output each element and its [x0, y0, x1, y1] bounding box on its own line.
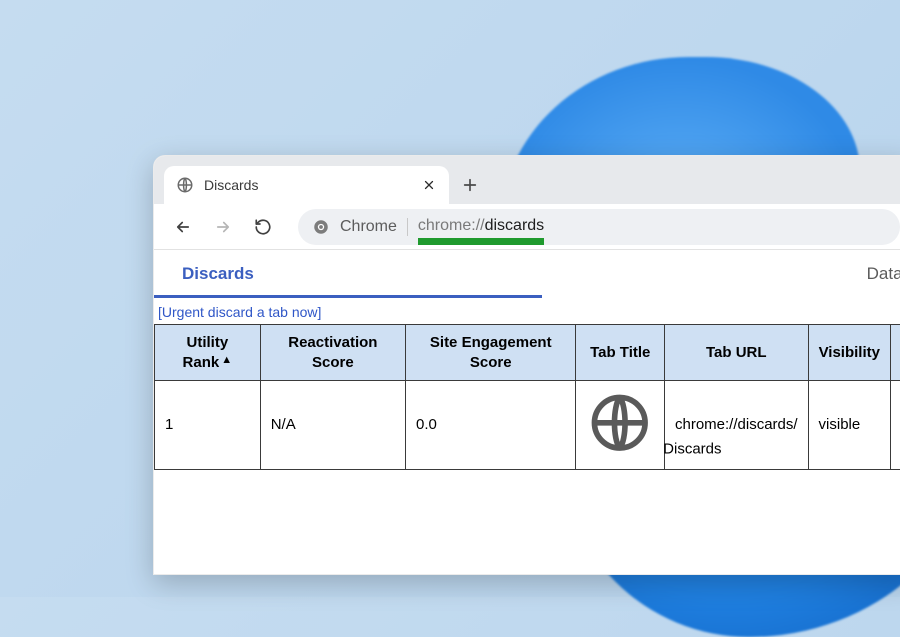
- browser-window: Discards Ch: [153, 155, 900, 575]
- tab-title: Discards: [204, 177, 411, 193]
- col-extra[interactable]: [891, 325, 900, 381]
- highlight-underline: [418, 238, 544, 245]
- reload-button[interactable]: [246, 210, 280, 244]
- browser-tab[interactable]: Discards: [164, 166, 449, 204]
- back-button[interactable]: [166, 210, 200, 244]
- urgent-discard-link[interactable]: [Urgent discard a tab now]: [158, 304, 321, 320]
- cell-extra: [891, 381, 900, 470]
- page-content: Discards Datab [Urgent discard a tab now…: [154, 250, 900, 470]
- cell-visibility: visible: [808, 381, 890, 470]
- address-url: chrome://discards: [418, 217, 544, 237]
- col-utility-rank[interactable]: Utility Rank▲: [155, 325, 261, 381]
- forward-button[interactable]: [206, 210, 240, 244]
- cell-tab-title: Discards: [576, 381, 665, 470]
- close-tab-button[interactable]: [421, 177, 437, 193]
- col-reactivation-score[interactable]: Reactivation Score: [260, 325, 405, 381]
- cell-site-engagement-score: 0.0: [406, 381, 576, 470]
- sort-asc-icon: ▲: [221, 354, 232, 366]
- page-tab-strip: Discards Datab: [154, 250, 900, 298]
- address-origin-label: Chrome: [340, 218, 408, 236]
- col-tab-url[interactable]: Tab URL: [665, 325, 809, 381]
- cell-reactivation-score: N/A: [260, 381, 405, 470]
- table-header-row: Utility Rank▲ Reactivation Score Site En…: [155, 325, 900, 381]
- table-row: 1 N/A 0.0 Discards chrome://discards/ vi…: [155, 381, 900, 470]
- page-tab-discards[interactable]: Discards: [154, 250, 282, 298]
- page-tab-database[interactable]: Datab: [839, 250, 900, 298]
- cell-tab-title-text: Discards: [663, 441, 721, 458]
- col-visibility[interactable]: Visibility: [808, 325, 890, 381]
- discards-table: Utility Rank▲ Reactivation Score Site En…: [154, 324, 900, 470]
- col-tab-title[interactable]: Tab Title: [576, 325, 665, 381]
- cell-utility-rank: 1: [155, 381, 261, 470]
- globe-icon: [176, 176, 194, 194]
- globe-icon: [586, 444, 658, 461]
- url-scheme: chrome://: [418, 217, 485, 234]
- browser-toolbar: Chrome chrome://discards: [154, 204, 900, 250]
- address-bar[interactable]: Chrome chrome://discards: [298, 209, 900, 245]
- new-tab-button[interactable]: [453, 168, 487, 202]
- tab-strip: Discards: [154, 156, 900, 204]
- url-path: discards: [485, 217, 545, 234]
- chrome-icon: [312, 218, 330, 236]
- col-site-engagement-score[interactable]: Site Engagement Score: [406, 325, 576, 381]
